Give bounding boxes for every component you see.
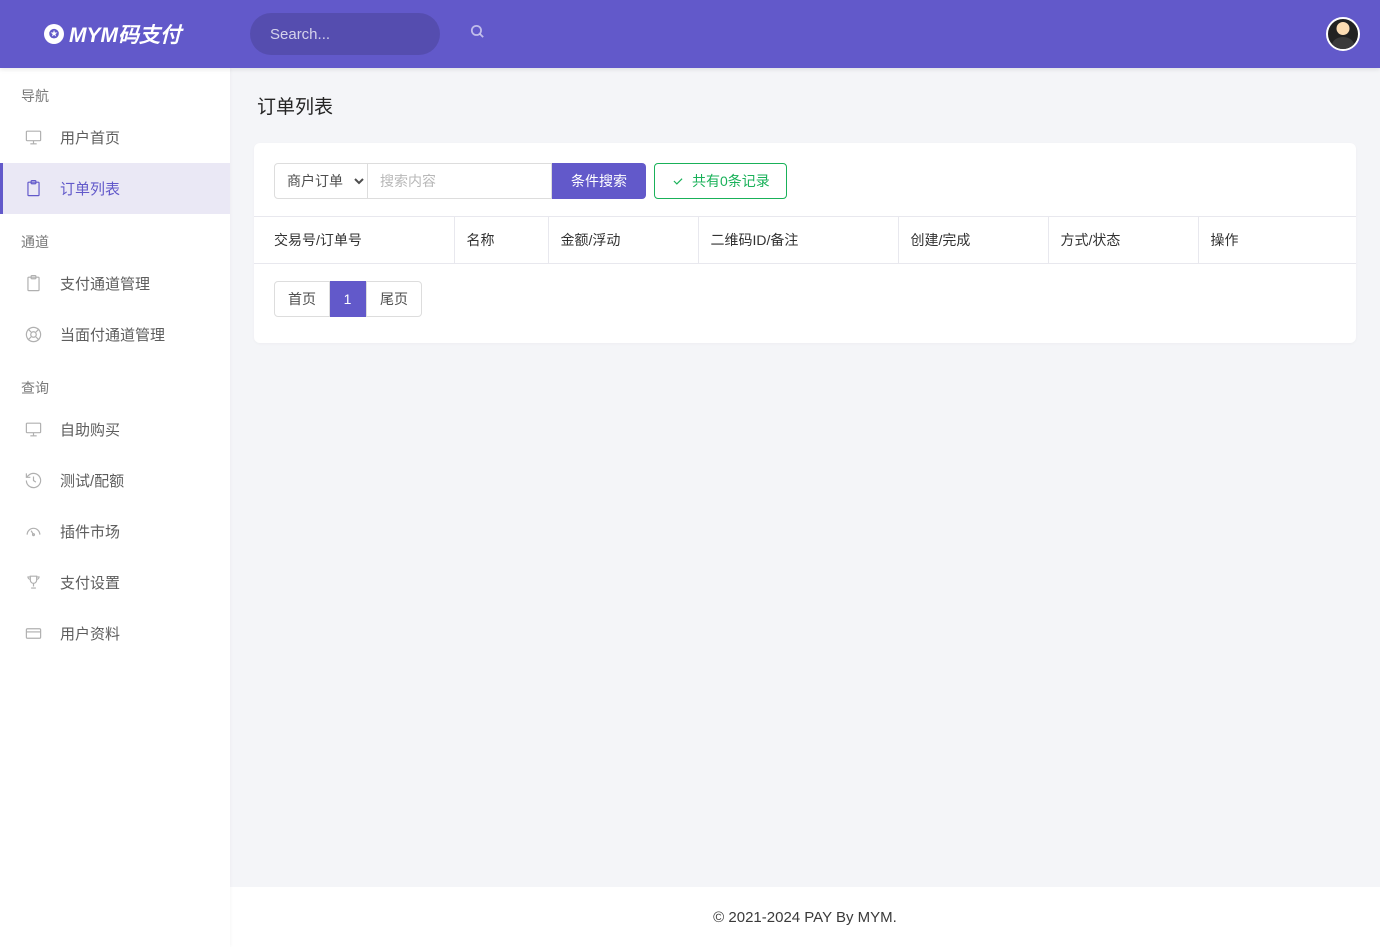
sidebar-category: 通道 (0, 214, 230, 258)
clipboard-icon (23, 179, 43, 199)
count-value: 0 (720, 173, 728, 189)
col-qrcode: 二维码ID/备注 (698, 217, 898, 264)
page-title: 订单列表 (254, 92, 1356, 119)
globe-icon: ✪ (44, 24, 64, 44)
count-suffix: 条记录 (728, 171, 770, 191)
sidebar-item-pay-channel[interactable]: 支付通道管理 (0, 258, 230, 309)
page-current[interactable]: 1 (330, 281, 366, 317)
topbar-right (1326, 17, 1360, 51)
brand-name: MYM码支付 (69, 19, 181, 49)
history-icon (23, 471, 43, 491)
record-count: 共有 0 条记录 (654, 163, 787, 199)
sidebar-item-label: 支付通道管理 (60, 273, 150, 294)
footer: © 2021-2024 PAY By MYM. (230, 887, 1380, 947)
check-icon (671, 174, 685, 188)
col-trade-no: 交易号/订单号 (254, 217, 454, 264)
col-status: 方式/状态 (1048, 217, 1198, 264)
sidebar-item-user-home[interactable]: 用户首页 (0, 112, 230, 163)
page-first[interactable]: 首页 (274, 281, 330, 317)
monitor-icon (23, 128, 43, 148)
sidebar-item-label: 测试/配额 (60, 470, 124, 491)
sidebar-item-label: 用户首页 (60, 127, 120, 148)
sidebar-item-label: 用户资料 (60, 623, 120, 644)
sidebar-item-label: 当面付通道管理 (60, 324, 165, 345)
sidebar-item-label: 自助购买 (60, 419, 120, 440)
sidebar-item-label: 订单列表 (60, 178, 120, 199)
sidebar-item-plugin-market[interactable]: 插件市场 (0, 506, 230, 557)
top-bar: ✪ MYM码支付 (0, 0, 1380, 68)
order-table: 交易号/订单号 名称 金额/浮动 二维码ID/备注 创建/完成 方式/状态 操作 (254, 216, 1356, 264)
order-type-select[interactable]: 商户订单 (274, 163, 368, 199)
sidebar-category: 查询 (0, 360, 230, 404)
search-input[interactable] (270, 26, 469, 43)
search-content-input[interactable] (368, 163, 552, 199)
order-card: 商户订单 条件搜索 共有 0 条记录 交易号/订单号 名称 金额/浮动 二维码I… (254, 143, 1356, 343)
sidebar-item-test-quota[interactable]: 测试/配额 (0, 455, 230, 506)
sidebar-item-user-profile[interactable]: 用户资料 (0, 608, 230, 659)
col-name: 名称 (454, 217, 548, 264)
lifebuoy-icon (23, 325, 43, 345)
sidebar-item-label: 插件市场 (60, 521, 120, 542)
count-prefix: 共有 (692, 171, 720, 191)
trophy-icon (23, 573, 43, 593)
gauge-icon (23, 522, 43, 542)
col-action: 操作 (1198, 217, 1356, 264)
footer-text: © 2021-2024 PAY By MYM. (713, 909, 897, 926)
monitor-icon (23, 420, 43, 440)
pagination: 首页 1 尾页 (254, 264, 1356, 317)
main-content: 订单列表 商户订单 条件搜索 共有 0 条记录 交易号/订单号 名称 金额/浮动 (230, 68, 1380, 887)
sidebar: 导航 用户首页 订单列表 通道 支付通道管理 当面付通道管理 查询 自助购买 测… (0, 68, 230, 947)
sidebar-category: 导航 (0, 68, 230, 112)
clipboard-icon (23, 274, 43, 294)
filter-toolbar: 商户订单 条件搜索 共有 0 条记录 (254, 163, 1356, 216)
brand-logo[interactable]: ✪ MYM码支付 (0, 19, 230, 49)
card-icon (23, 624, 43, 644)
sidebar-item-order-list[interactable]: 订单列表 (0, 163, 230, 214)
sidebar-item-self-buy[interactable]: 自助购买 (0, 404, 230, 455)
sidebar-item-label: 支付设置 (60, 572, 120, 593)
sidebar-item-pay-settings[interactable]: 支付设置 (0, 557, 230, 608)
col-time: 创建/完成 (898, 217, 1048, 264)
global-search[interactable] (250, 13, 440, 55)
table-header-row: 交易号/订单号 名称 金额/浮动 二维码ID/备注 创建/完成 方式/状态 操作 (254, 217, 1356, 264)
avatar[interactable] (1326, 17, 1360, 51)
page-last[interactable]: 尾页 (366, 281, 422, 317)
col-amount: 金额/浮动 (548, 217, 698, 264)
sidebar-item-face-pay-channel[interactable]: 当面付通道管理 (0, 309, 230, 360)
search-button[interactable]: 条件搜索 (552, 163, 646, 199)
search-icon[interactable] (469, 23, 486, 45)
